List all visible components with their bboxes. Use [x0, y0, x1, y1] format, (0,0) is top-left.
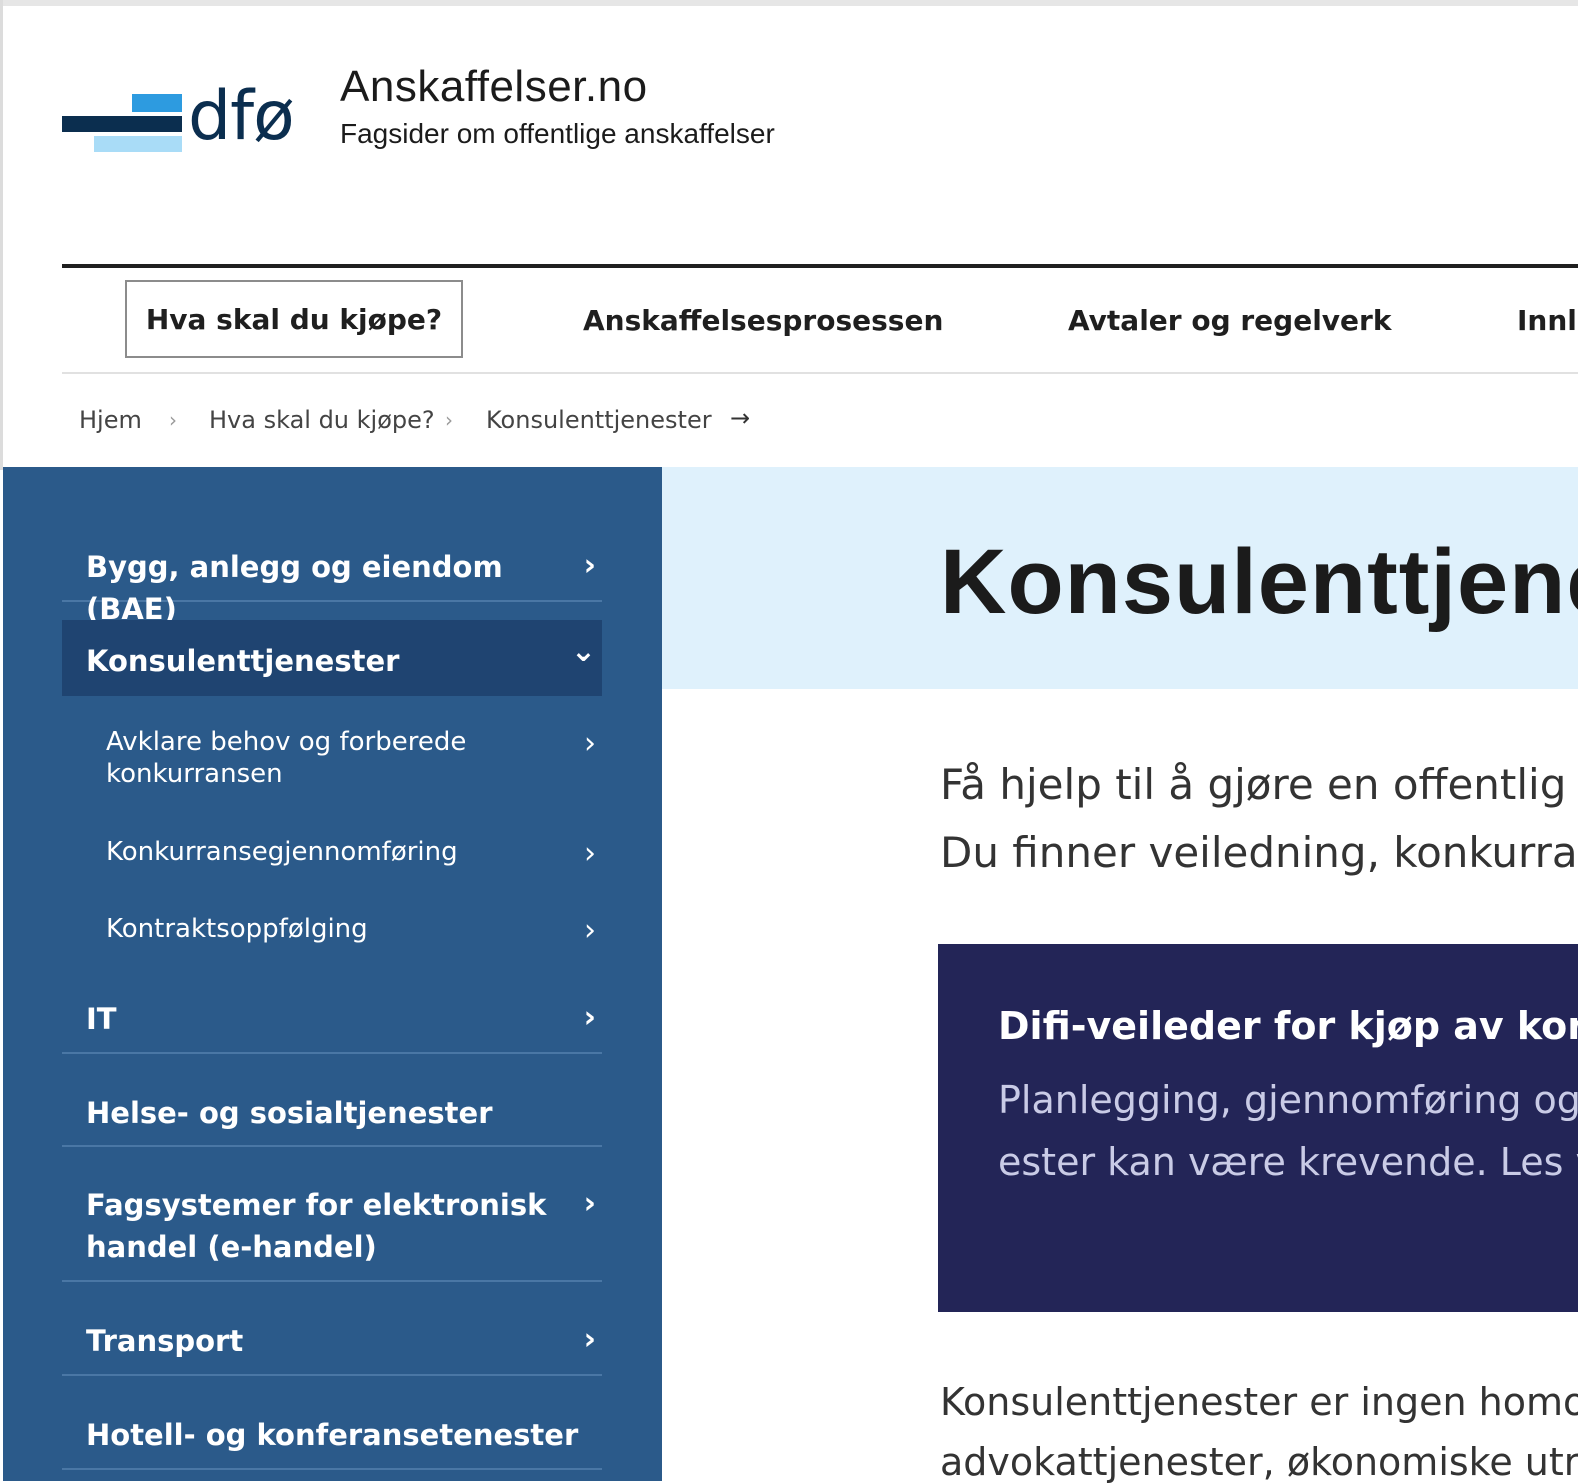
site-subtitle: Fagsider om offentlige anskaffelser — [340, 118, 775, 149]
nav-bottom-rule — [62, 372, 1578, 374]
chevron-right-icon: › — [583, 1322, 596, 1357]
logo-bar-dark-2 — [132, 116, 182, 132]
sidebar-item-transport[interactable]: Transport › — [62, 1312, 602, 1376]
breadcrumb-separator: › — [169, 408, 177, 432]
logo-bar-light — [94, 136, 182, 152]
sidebar-item-label: Bygg, anlegg og eiendom (BAE) — [86, 550, 503, 626]
nav-item-label: Hva skal du kjøpe? — [145, 302, 443, 336]
sidebar-subitem-label-line1: Avklare behov og forberede — [106, 727, 467, 757]
sidebar-subitem-konkurransegjennomforing[interactable]: Konkurransegjennomføring › — [62, 836, 602, 876]
sidebar-subitem-label: Konkurransegjennomføring — [106, 837, 458, 867]
breadcrumb-home[interactable]: Hjem — [79, 406, 142, 434]
sidebar-item-bygg-anlegg-eiendom[interactable]: Bygg, anlegg og eiendom (BAE) › — [62, 540, 602, 626]
sidebar-item-label-line1: Fagsystemer for elektronisk — [86, 1188, 547, 1222]
breadcrumb-current: Konsulenttjenester — [486, 406, 712, 434]
body-text-line2: advokattjenester, økonomiske utr — [940, 1440, 1578, 1484]
nav-top-rule — [62, 264, 1578, 268]
chevron-right-icon: › — [583, 1186, 596, 1221]
sidebar-item-label: Transport — [86, 1324, 244, 1358]
body-text-line1: Konsulenttjenester er ingen homo — [940, 1380, 1578, 1424]
chevron-right-icon: › — [584, 726, 596, 761]
page-title: Konsulenttjene — [940, 531, 1578, 633]
nav-item-hva-skal-du-kjope[interactable]: Hva skal du kjøpe? — [125, 280, 463, 358]
guide-card-text-line2: ester kan være krevende. Les v — [998, 1140, 1578, 1184]
sidebar-item-it[interactable]: IT › — [62, 990, 602, 1054]
sidebar-item-helse-og-sosialtjenester[interactable]: Helse- og sosialtjenester — [62, 1084, 602, 1147]
chevron-right-icon: › — [583, 1000, 596, 1035]
nav-item-avtaler-og-regelverk[interactable]: Avtaler og regelverk — [1068, 304, 1391, 337]
logo-wordmark: dfø — [188, 77, 295, 156]
sidebar-item-hotell-og-konferansetenester[interactable]: Hotell- og konferansetenester — [62, 1406, 602, 1470]
sidebar-item-label: Helse- og sosialtjenester — [86, 1096, 493, 1130]
lead-text-line2: Du finner veiledning, konkurra — [940, 828, 1578, 877]
guide-card-title[interactable]: Difi-veileder for kjøp av kons — [998, 1004, 1578, 1048]
chevron-down-icon: ⌄ — [570, 634, 596, 669]
dfo-logo[interactable]: dfø — [62, 82, 302, 158]
sidebar-item-label: IT — [86, 1002, 117, 1036]
sidebar-subitem-label: Kontraktsoppfølging — [106, 914, 368, 944]
logo-bar-blue — [132, 94, 182, 112]
sidebar-subitem-kontraktsoppfolging[interactable]: Kontraktsoppfølging › — [62, 913, 602, 953]
sidebar-subitem-avklare-behov[interactable]: Avklare behov og forberede konkurransen … — [62, 726, 602, 796]
sidebar-item-label-line2: handel (e-handel) — [86, 1230, 377, 1264]
sidebar-subitem-label-line2: konkurransen — [106, 759, 283, 789]
sidebar-item-konsulenttjenester[interactable]: Konsulenttjenester ⌄ — [62, 620, 602, 696]
sidebar-item-label: Konsulenttjenester — [86, 644, 400, 678]
nav-item-innl[interactable]: Innl — [1517, 304, 1577, 337]
breadcrumb-separator: › — [445, 408, 453, 432]
arrow-right-icon[interactable]: → — [730, 404, 750, 432]
page-left-border — [0, 0, 3, 470]
chevron-right-icon: › — [584, 913, 596, 948]
sidebar-item-fagsystemer-e-handel[interactable]: Fagsystemer for elektronisk handel (e-ha… — [62, 1176, 602, 1282]
lead-text-line1: Få hjelp til å gjøre en offentlig — [940, 760, 1567, 809]
sidebar-item-label: Hotell- og konferansetenester — [86, 1418, 579, 1452]
chevron-right-icon: › — [583, 548, 596, 583]
guide-card[interactable]: Difi-veileder for kjøp av kons Planleggi… — [938, 944, 1578, 1312]
chevron-right-icon: › — [584, 836, 596, 871]
guide-card-text-line1: Planlegging, gjennomføring og — [998, 1078, 1578, 1122]
page-top-border — [0, 0, 1578, 6]
breadcrumb-hva-skal-du-kjope[interactable]: Hva skal du kjøpe? — [209, 406, 435, 434]
nav-item-anskaffelsesprosessen[interactable]: Anskaffelsesprosessen — [583, 304, 943, 337]
site-title[interactable]: Anskaffelser.no — [340, 62, 648, 112]
